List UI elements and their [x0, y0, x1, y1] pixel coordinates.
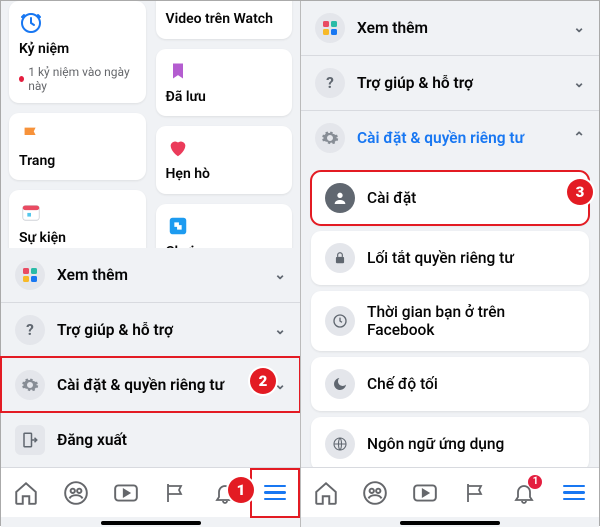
- shortcut-grid: Kỷ niệm 1 kỷ niệm vào ngày này Trang Sự …: [1, 1, 300, 248]
- card-label: Hẹn hò: [166, 166, 283, 184]
- bottom-nav: 1: [1, 467, 300, 517]
- home-indicator: [400, 521, 500, 525]
- row-label: Ngôn ngữ ứng dụng: [367, 435, 575, 453]
- help-row[interactable]: ? Trợ giúp & hỗ trợ ⌄: [301, 55, 599, 110]
- bottom-nav: 1: [301, 467, 599, 517]
- card-pages[interactable]: Trang: [9, 113, 146, 181]
- card-label: Video trên Watch: [166, 11, 283, 29]
- nav-notifications[interactable]: 1: [502, 471, 546, 515]
- dot-icon: [19, 76, 24, 82]
- nav-menu[interactable]: [552, 471, 596, 515]
- grid4-icon: [15, 260, 45, 290]
- nav-groups[interactable]: [353, 471, 397, 515]
- callout-2: 2: [250, 368, 276, 394]
- dark-mode-item[interactable]: Chế độ tối: [311, 357, 589, 411]
- settings-item[interactable]: Cài đặt 3: [311, 171, 589, 225]
- logout-row[interactable]: Đăng xuất: [1, 412, 300, 467]
- logout-icon: [15, 425, 45, 455]
- card-dating[interactable]: Hẹn hò: [156, 126, 293, 194]
- nav-pages[interactable]: [453, 471, 497, 515]
- watch-icon: [166, 1, 190, 5]
- globe-icon: [325, 429, 355, 459]
- settings-privacy-row[interactable]: Cài đặt & quyền riêng tư ⌄ 2: [1, 357, 300, 412]
- nav-menu[interactable]: [253, 471, 297, 515]
- grid-col-left: Kỷ niệm 1 kỷ niệm vào ngày này Trang Sự …: [9, 5, 146, 248]
- menu-list-right: Xem thêm ⌄ ? Trợ giúp & hỗ trợ ⌄ Cài đặt…: [301, 1, 599, 467]
- row-label: Đăng xuất: [57, 431, 286, 449]
- card-saved[interactable]: Đã lưu: [156, 49, 293, 117]
- row-label: Chế độ tối: [367, 375, 575, 393]
- card-label: Sự kiện: [19, 230, 136, 248]
- row-label: Xem thêm: [57, 266, 262, 284]
- nav-watch[interactable]: [104, 471, 148, 515]
- game-icon: [166, 214, 190, 238]
- card-label: Trang: [19, 153, 136, 171]
- gear-icon: [15, 370, 45, 400]
- row-label: Lối tắt quyền riêng tư: [367, 249, 575, 267]
- chevron-up-icon: ⌃: [573, 130, 585, 146]
- heart-icon: [166, 136, 190, 160]
- grid4-icon: [315, 13, 345, 43]
- row-label: Cài đặt & quyền riêng tư: [57, 376, 262, 394]
- nav-groups[interactable]: [54, 471, 98, 515]
- card-events[interactable]: Sự kiện: [9, 190, 146, 248]
- callout-1: 1: [228, 477, 254, 503]
- flag-icon: [19, 123, 43, 147]
- nav-watch[interactable]: [403, 471, 447, 515]
- person-icon: [325, 183, 355, 213]
- row-label: Cài đặt & quyền riêng tư: [357, 129, 561, 147]
- card-watch[interactable]: Video trên Watch: [156, 1, 293, 39]
- hamburger-icon: [563, 485, 585, 501]
- screen-right: Xem thêm ⌄ ? Trợ giúp & hỗ trợ ⌄ Cài đặt…: [300, 1, 599, 527]
- home-indicator: [101, 521, 201, 525]
- gear-icon: [315, 123, 345, 153]
- see-more-row[interactable]: Xem thêm ⌄: [1, 248, 300, 302]
- row-label: Thời gian bạn ở trên Facebook: [367, 303, 575, 339]
- help-icon: ?: [15, 315, 45, 345]
- chevron-down-icon: ⌄: [274, 267, 286, 283]
- help-row[interactable]: ? Trợ giúp & hỗ trợ ⌄: [1, 302, 300, 357]
- row-label: Xem thêm: [357, 19, 561, 37]
- card-gaming[interactable]: Chơi game: [156, 204, 293, 249]
- your-time-item[interactable]: Thời gian bạn ở trên Facebook: [311, 291, 589, 351]
- language-item[interactable]: Ngôn ngữ ứng dụng: [311, 417, 589, 467]
- card-label: Kỷ niệm: [19, 41, 136, 59]
- clock-icon: [325, 306, 355, 336]
- help-icon: ?: [315, 68, 345, 98]
- notification-badge: 1: [528, 475, 542, 489]
- clock-icon: [19, 11, 43, 35]
- chevron-down-icon: ⌄: [274, 322, 286, 338]
- chevron-down-icon: ⌄: [274, 377, 286, 393]
- menu-list: Xem thêm ⌄ ? Trợ giúp & hỗ trợ ⌄ Cài đặt…: [1, 248, 300, 467]
- privacy-shortcuts-item[interactable]: Lối tắt quyền riêng tư: [311, 231, 589, 285]
- calendar-icon: [19, 200, 43, 224]
- hamburger-icon: [264, 485, 286, 501]
- see-more-row[interactable]: Xem thêm ⌄: [301, 1, 599, 55]
- callout-3: 3: [567, 179, 593, 205]
- moon-icon: [325, 369, 355, 399]
- card-memories[interactable]: Kỷ niệm 1 kỷ niệm vào ngày này: [9, 1, 146, 103]
- row-label: Cài đặt: [367, 189, 575, 207]
- card-label: Đã lưu: [166, 89, 283, 107]
- screen-left: Kỷ niệm 1 kỷ niệm vào ngày này Trang Sự …: [1, 1, 300, 527]
- settings-privacy-row[interactable]: Cài đặt & quyền riêng tư ⌃: [301, 110, 599, 165]
- nav-home[interactable]: [304, 471, 348, 515]
- bookmark-icon: [166, 59, 190, 83]
- row-label: Trợ giúp & hỗ trợ: [357, 74, 561, 92]
- chevron-down-icon: ⌄: [573, 20, 585, 36]
- nav-pages[interactable]: [153, 471, 197, 515]
- row-label: Trợ giúp & hỗ trợ: [57, 321, 262, 339]
- chevron-down-icon: ⌄: [573, 75, 585, 91]
- nav-home[interactable]: [4, 471, 48, 515]
- card-subtitle: 1 kỷ niệm vào ngày này: [19, 65, 136, 93]
- grid-col-right: Video trên Watch Đã lưu Hẹn hò Chơi game: [156, 5, 293, 248]
- lock-icon: [325, 243, 355, 273]
